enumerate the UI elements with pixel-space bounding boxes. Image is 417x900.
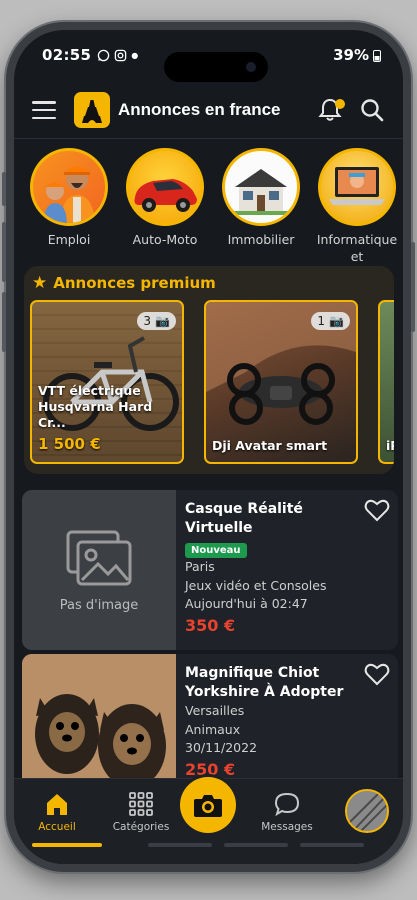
category-informatique[interactable]: Informatique et Multimédia	[314, 148, 400, 283]
search-icon[interactable]	[359, 97, 385, 123]
premium-card-text: VTT électrique Husqvarna Hard Cr... 1 50…	[38, 383, 178, 454]
premium-card-price: 1 500 €	[38, 434, 101, 453]
chat-bubble-icon	[274, 792, 300, 817]
listing-card[interactable]: Pas d'image Casque Réalité Virtuelle Nou…	[22, 490, 398, 650]
premium-header: ★ Annonces premium	[24, 266, 394, 300]
battery-icon	[373, 49, 381, 62]
premium-card-text: Dji Avatar smart	[212, 438, 352, 454]
nav-underline	[224, 843, 288, 847]
power-button	[411, 242, 415, 332]
premium-card[interactable]: 1 📷 Dji Avatar smart	[204, 300, 358, 464]
red-car-photo-icon	[126, 148, 204, 226]
category-carousel: Emploi Auto-Moto Immobilier Informatique…	[26, 148, 403, 283]
post-ad-camera-button[interactable]	[180, 777, 236, 833]
premium-card[interactable]: iPh	[378, 300, 394, 464]
nav-home[interactable]: Accueil	[22, 791, 92, 833]
phone-frame: 02:55 ● 39% Annonces en france Emploi Au…	[2, 22, 415, 872]
premium-section: ★ Annonces premium 3 📷 VTT électrique Hu…	[24, 266, 394, 474]
avatar-photo-icon	[347, 791, 387, 831]
listing-title: Casque Réalité Virtuelle	[185, 501, 303, 536]
photo-count-badge: 3 📷	[137, 312, 176, 330]
whatsapp-icon	[97, 49, 110, 61]
listing-date: 30/11/2022	[185, 740, 258, 756]
house-photo-icon	[222, 148, 300, 226]
dot-icon: ●	[131, 50, 139, 60]
star-icon: ★	[32, 273, 48, 293]
instagram-icon	[114, 49, 127, 61]
premium-card-text: iPh	[386, 438, 394, 454]
category-auto-moto[interactable]: Auto-Moto	[122, 148, 208, 283]
no-image-placeholder: Pas d'image	[22, 490, 176, 650]
status-time: 02:55	[42, 46, 92, 64]
listing-price: 250 €	[185, 760, 236, 780]
app-header: Annonces en france	[14, 88, 403, 132]
listing-info: Casque Réalité Virtuelle Nouveau Paris J…	[185, 500, 362, 635]
camera-icon: 📷	[329, 314, 344, 328]
new-badge: Nouveau	[185, 542, 247, 558]
photo-count-badge: 1 📷	[311, 312, 350, 330]
nav-messages[interactable]: Messages	[252, 791, 322, 833]
notification-dot	[335, 99, 345, 109]
nav-categories-label: Catégories	[112, 821, 170, 833]
premium-title: Annonces premium	[53, 274, 216, 292]
listing-info: Magnifique Chiot Yorkshire À Adopter Ver…	[185, 664, 362, 779]
nav-home-label: Accueil	[38, 821, 76, 833]
premium-carousel: 3 📷 VTT électrique Husqvarna Hard Cr... 1…	[30, 300, 394, 464]
notification-icons: ●	[97, 49, 138, 62]
volume-down-button	[2, 292, 6, 352]
laptop-photo-icon	[318, 148, 396, 226]
premium-card-title: Dji Avatar smart	[212, 437, 328, 453]
home-icon	[47, 794, 67, 815]
side-button	[2, 172, 6, 206]
camera-icon	[194, 795, 222, 817]
active-tab-indicator	[32, 843, 102, 847]
nav-underline	[300, 843, 364, 847]
app-title: Annonces en france	[118, 100, 281, 119]
listing-price: 350 €	[185, 616, 236, 636]
category-label: Auto-Moto	[132, 232, 198, 247]
photo-count: 1	[317, 314, 326, 328]
image-placeholder-icon	[66, 530, 132, 585]
listing-category: Jeux vidéo et Consoles	[185, 577, 327, 593]
profile-avatar[interactable]	[345, 789, 389, 833]
category-emploi[interactable]: Emploi	[26, 148, 112, 283]
volume-up-button	[2, 222, 6, 282]
listing-location: Versailles	[185, 702, 245, 718]
premium-card-title: VTT électrique Husqvarna Hard Cr...	[38, 382, 153, 431]
app-logo	[74, 92, 110, 128]
dynamic-island	[164, 52, 268, 82]
listing-category: Animaux	[185, 721, 241, 737]
heart-icon[interactable]	[364, 662, 390, 686]
menu-icon[interactable]	[32, 101, 56, 119]
premium-card[interactable]: 3 📷 VTT électrique Husqvarna Hard Cr... 1…	[30, 300, 184, 464]
no-image-label: Pas d'image	[59, 597, 139, 613]
bottom-navigation: Accueil Catégories Messages	[14, 777, 403, 864]
listing-date: Aujourd'hui à 02:47	[185, 596, 308, 612]
listing-location: Paris	[185, 558, 215, 574]
app-screen: 02:55 ● 39% Annonces en france Emploi Au…	[14, 30, 403, 864]
premium-card-title: iPh	[386, 437, 394, 453]
nav-underline	[148, 843, 212, 847]
category-label: Emploi	[47, 232, 91, 247]
front-camera	[246, 62, 256, 72]
eiffel-tower-icon	[82, 97, 102, 123]
category-label: Immobilier	[227, 232, 295, 247]
battery-level: 39%	[333, 46, 369, 64]
header-divider	[14, 138, 403, 139]
worker-photo-icon	[30, 148, 108, 226]
category-immobilier[interactable]: Immobilier	[218, 148, 304, 283]
listing-title: Magnifique Chiot Yorkshire À Adopter	[185, 665, 344, 700]
nav-messages-label: Messages	[261, 821, 313, 833]
notification-bell-icon[interactable]	[317, 97, 345, 123]
photo-count: 3	[143, 314, 152, 328]
camera-icon: 📷	[155, 314, 170, 328]
nav-categories[interactable]: Catégories	[106, 791, 176, 833]
battery-indicator: 39%	[333, 46, 381, 64]
heart-icon[interactable]	[364, 498, 390, 522]
grid-icon	[129, 792, 153, 816]
